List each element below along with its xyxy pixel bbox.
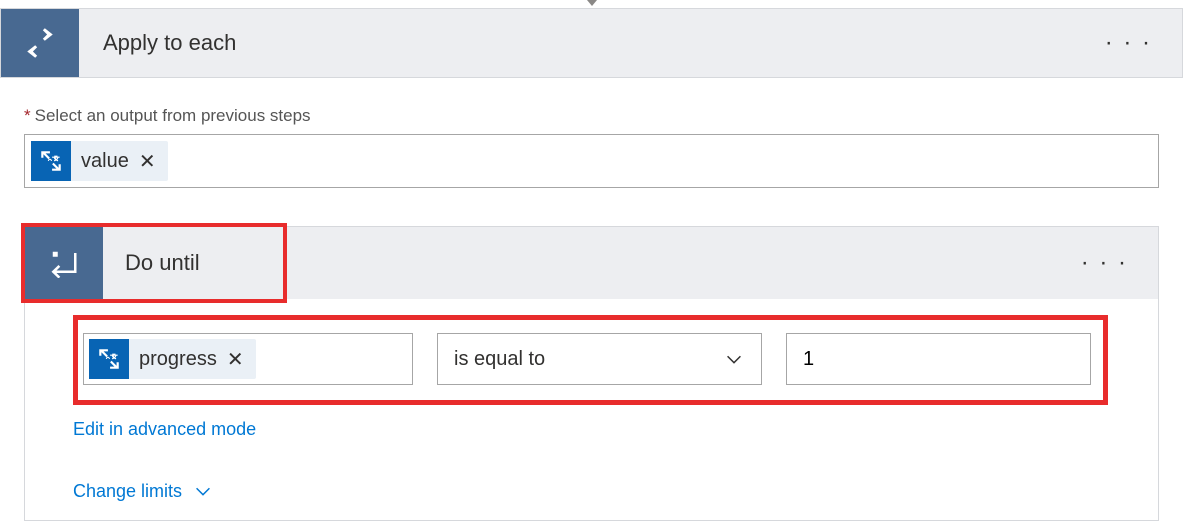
do-until-body: progress ✕ is equal to Edit in advanced … [25,299,1158,520]
more-icon[interactable]: · · · [1081,251,1128,275]
condition-value-input[interactable] [803,348,1074,371]
edit-advanced-link[interactable]: Edit in advanced mode [73,419,256,440]
translate-icon [31,141,71,181]
token-label: value [81,150,129,173]
do-until-card: Do until · · · progress ✕ is equal to [24,226,1159,521]
remove-token-icon[interactable]: ✕ [227,347,244,372]
loop-icon [1,9,79,77]
do-until-title: Do until [103,250,200,276]
apply-to-each-header[interactable]: Apply to each · · · [0,8,1183,78]
operator-label: is equal to [454,348,545,371]
condition-right-field[interactable] [786,333,1091,385]
remove-token-icon[interactable]: ✕ [139,149,156,174]
condition-operator-select[interactable]: is equal to [437,333,762,385]
chevron-down-icon [723,348,745,370]
more-icon[interactable]: · · · [1105,31,1152,55]
connector-arrow [0,0,1183,8]
apply-to-each-body: *Select an output from previous steps va… [0,78,1183,531]
change-limits-link[interactable]: Change limits [73,480,214,502]
progress-token[interactable]: progress ✕ [89,339,256,379]
value-token[interactable]: value ✕ [31,141,168,181]
condition-left-field[interactable]: progress ✕ [83,333,413,385]
token-label: progress [139,348,217,371]
do-until-header[interactable]: Do until · · · [25,227,1158,299]
do-until-icon [25,227,103,299]
translate-icon [89,339,129,379]
condition-row: progress ✕ is equal to [73,323,1134,395]
output-token-field[interactable]: value ✕ [24,134,1159,188]
output-field-label: *Select an output from previous steps [24,106,1159,126]
apply-to-each-title: Apply to each [79,30,236,56]
chevron-down-icon [192,480,214,502]
